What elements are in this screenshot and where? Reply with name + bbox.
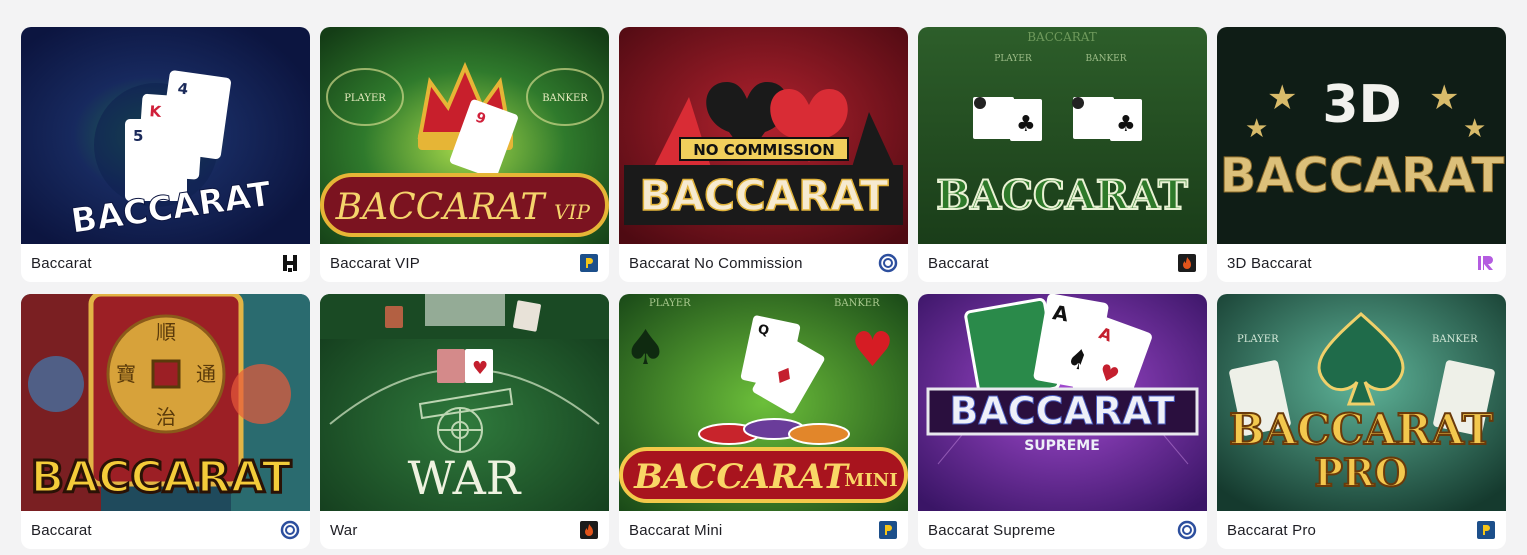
art-label-player: PLAYER: [994, 54, 1032, 64]
game-thumbnail[interactable]: PLAYER BANKER BACCARAT PRO: [1217, 294, 1506, 511]
game-title: Baccarat Mini: [629, 521, 723, 539]
ring-logo-icon: [878, 253, 898, 273]
art-subtitle: VIP: [554, 200, 590, 224]
svg-text:♠: ♠: [624, 320, 667, 376]
game-card-war[interactable]: ♥ WAR War: [320, 294, 609, 549]
ring-logo-icon: [1177, 520, 1197, 540]
flame-logo-icon: [579, 520, 599, 540]
game-title: Baccarat: [31, 521, 92, 539]
p-logo-icon: [1476, 520, 1496, 540]
svg-text:♣: ♣: [1016, 112, 1036, 137]
svg-text:寶: 寶: [116, 362, 136, 386]
game-title: Baccarat No Commission: [629, 254, 803, 272]
svg-text:5: 5: [133, 127, 143, 145]
game-card-baccarat-green[interactable]: BACCARAT PLAYER BANKER ♣ ♣ BACCARAT Bacc…: [918, 27, 1207, 282]
p-logo-icon: [579, 253, 599, 273]
art-label-banker: BANKER: [1085, 54, 1126, 64]
art-subtitle: MINI: [844, 470, 897, 491]
art-label-banker: BANKER: [834, 298, 880, 309]
game-card-baccarat-no-commission[interactable]: NO COMMISSION BACCARAT Baccarat No Commi…: [619, 27, 908, 282]
game-thumbnail[interactable]: NO COMMISSION BACCARAT: [619, 27, 908, 244]
game-card-baccarat[interactable]: 4 K 5 BACCARAT Baccarat: [21, 27, 310, 282]
art-subtitle: PRO: [1314, 450, 1407, 495]
art-label-banker: BANKER: [1432, 334, 1478, 345]
game-grid: 4 K 5 BACCARAT Baccarat PLAYER BANKER 9 …: [21, 27, 1506, 549]
game-thumbnail[interactable]: ♥ WAR: [320, 294, 609, 511]
svg-text:♥: ♥: [472, 358, 488, 379]
art-label-banker: BANKER: [542, 93, 588, 104]
game-thumbnail[interactable]: ★ ★ ★ ★ 3D BACCARAT: [1217, 27, 1506, 244]
game-card-baccarat-supreme[interactable]: A ♠ A ♥ BACCARAT SUPREME Baccarat Suprem…: [918, 294, 1207, 549]
game-title: Baccarat: [928, 254, 989, 272]
h-logo-icon: [280, 253, 300, 273]
svg-text:♥: ♥: [851, 322, 894, 378]
art-title: BACCARAT: [1220, 148, 1505, 204]
art-title: BACCARAT: [936, 172, 1188, 219]
svg-text:♣: ♣: [1116, 112, 1136, 137]
svg-text:★: ★: [1267, 78, 1297, 118]
game-title: War: [330, 521, 358, 539]
art-label-player: PLAYER: [1237, 334, 1279, 345]
game-thumbnail[interactable]: 順 治 寶 通 BACCARAT: [21, 294, 310, 511]
art-top-label: 3D: [1322, 75, 1401, 135]
game-card-baccarat-vip[interactable]: PLAYER BANKER 9 BACCARAT VIP Baccarat VI…: [320, 27, 609, 282]
art-title: BACCARAT: [1229, 405, 1493, 454]
art-subtitle: SUPREME: [1024, 438, 1100, 454]
game-thumbnail[interactable]: A ♠ A ♥ BACCARAT SUPREME: [918, 294, 1207, 511]
game-title: Baccarat VIP: [330, 254, 420, 272]
svg-text:順: 順: [156, 320, 176, 344]
art-top-label: BACCARAT: [1027, 30, 1097, 44]
game-title: Baccarat Pro: [1227, 521, 1317, 539]
game-title: Baccarat Supreme: [928, 521, 1056, 539]
game-thumbnail[interactable]: BACCARAT PLAYER BANKER ♣ ♣ BACCARAT: [918, 27, 1207, 244]
game-thumbnail[interactable]: 4 K 5 BACCARAT: [21, 27, 310, 244]
svg-text:治: 治: [156, 405, 176, 429]
game-card-baccarat-mini[interactable]: PLAYER BANKER ♠ ♥ Q ♦ BACCARAT MINI Bacc…: [619, 294, 908, 549]
ring-logo-icon: [280, 520, 300, 540]
game-title: 3D Baccarat: [1227, 254, 1312, 272]
p-logo-icon: [878, 520, 898, 540]
art-title: BACCARAT: [31, 452, 292, 503]
game-title: Baccarat: [31, 254, 92, 272]
game-card-3d-baccarat[interactable]: ★ ★ ★ ★ 3D BACCARAT 3D Baccarat: [1217, 27, 1506, 282]
game-card-baccarat-pro[interactable]: PLAYER BANKER BACCARAT PRO Baccarat Pro: [1217, 294, 1506, 549]
art-title: BACCARAT: [633, 457, 850, 497]
svg-text:★: ★: [1429, 78, 1459, 118]
art-label-player: PLAYER: [344, 93, 386, 104]
svg-text:通: 通: [196, 362, 216, 386]
game-card-baccarat-asian[interactable]: 順 治 寶 通 BACCARAT Baccarat: [21, 294, 310, 549]
ir-logo-icon: [1476, 253, 1496, 273]
art-title: BACCARAT: [640, 171, 889, 220]
svg-text:★: ★: [1245, 114, 1268, 144]
game-thumbnail[interactable]: PLAYER BANKER 9 BACCARAT VIP: [320, 27, 609, 244]
art-title: WAR: [408, 451, 522, 505]
art-title: BACCARAT: [335, 187, 548, 228]
art-title: BACCARAT: [949, 389, 1174, 433]
game-thumbnail[interactable]: PLAYER BANKER ♠ ♥ Q ♦ BACCARAT MINI: [619, 294, 908, 511]
svg-text:★: ★: [1463, 114, 1486, 144]
art-label-player: PLAYER: [649, 298, 691, 309]
art-banner: NO COMMISSION: [693, 141, 835, 159]
flame-logo-icon: [1177, 253, 1197, 273]
